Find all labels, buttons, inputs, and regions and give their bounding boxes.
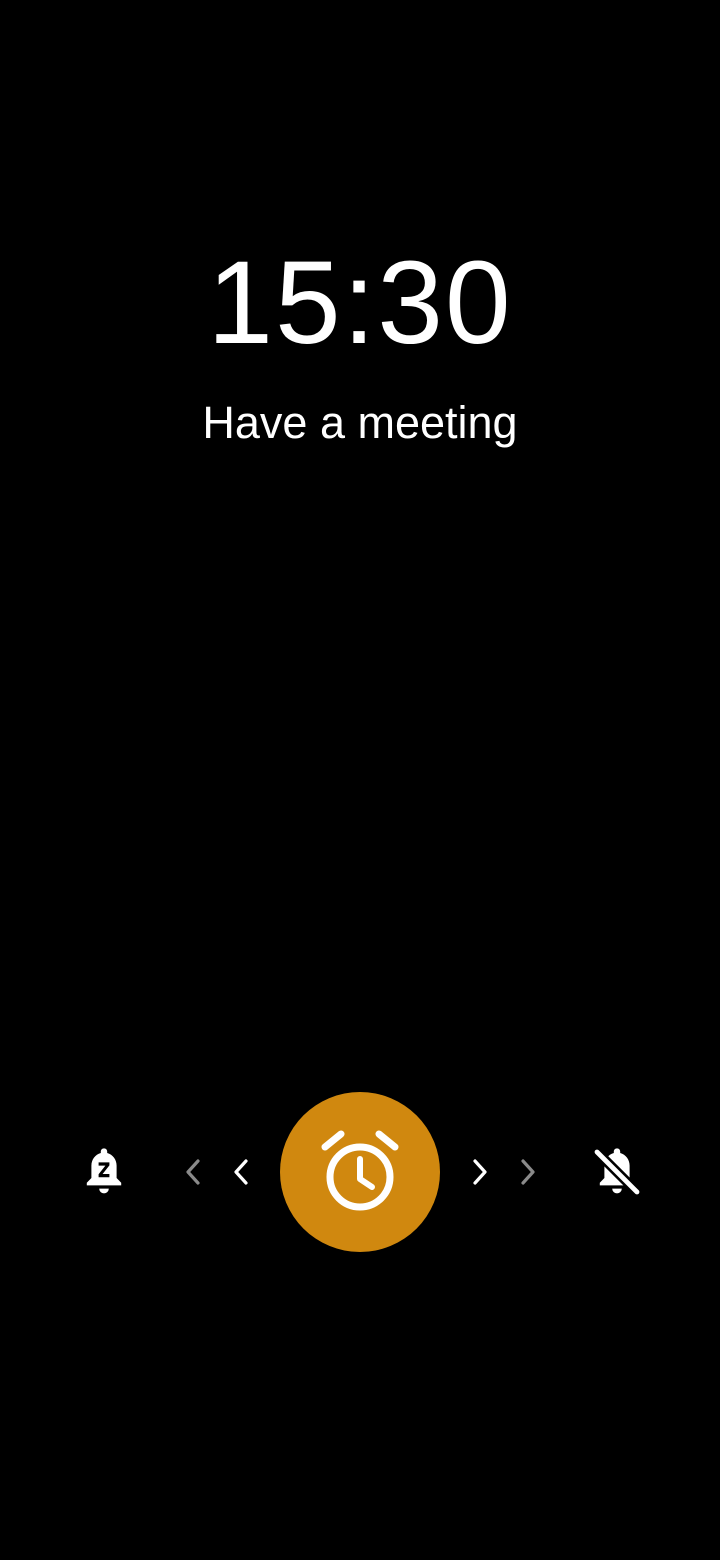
- chevron-right-icon: [465, 1156, 495, 1188]
- snooze-bell-icon: [86, 1148, 122, 1194]
- alarm-clock-icon: [321, 1130, 399, 1211]
- chevron-left-icon: [226, 1156, 256, 1188]
- alarm-screen: 15:30 Have a meeting: [0, 0, 720, 1560]
- alarm-label: Have a meeting: [202, 397, 518, 448]
- notifications-off-icon: [591, 1146, 643, 1198]
- dismiss-button[interactable]: [585, 1140, 649, 1204]
- chevron-left-icon: [178, 1156, 208, 1188]
- snooze-button[interactable]: [72, 1140, 136, 1204]
- alarm-time: 15:30: [207, 237, 513, 369]
- alarm-slide-handle[interactable]: [280, 1092, 440, 1252]
- chevron-right-icon: [513, 1156, 543, 1188]
